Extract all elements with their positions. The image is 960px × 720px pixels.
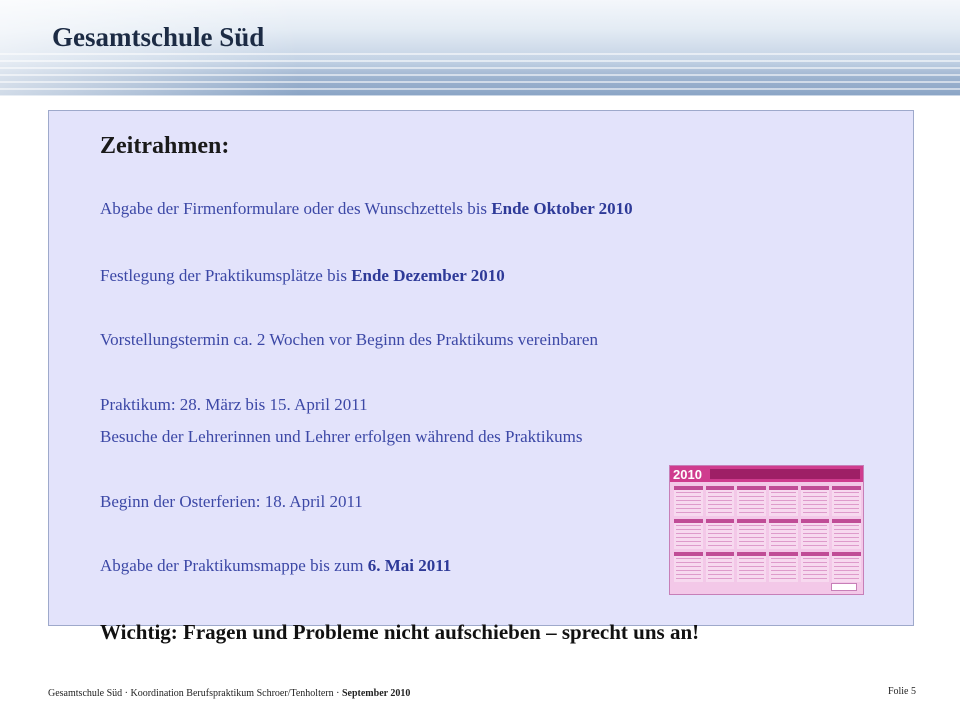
calendar-month: [737, 486, 766, 516]
line-emphasis: 6. Mai 2011: [367, 556, 452, 575]
calendar-month: [674, 552, 703, 582]
line-emphasis: Ende Oktober 2010: [491, 199, 633, 218]
calendar-month: [768, 486, 798, 516]
calendar-month: [800, 519, 830, 549]
deadline-line-firm-forms: Abgabe der Firmenformulare oder des Wuns…: [100, 199, 633, 219]
info-line-interview: Vorstellungstermin ca. 2 Wochen vor Begi…: [100, 330, 598, 349]
info-line-teacher-visits: Besuche der Lehrerinnen und Lehrer erfol…: [100, 427, 583, 446]
calendar-footer-box: [831, 583, 857, 591]
slide-title: Gesamtschule Süd: [52, 22, 265, 52]
section-heading: Zeitrahmen:: [100, 133, 230, 159]
line-text: Abgabe der Praktikumsmappe bis zum: [100, 556, 368, 575]
info-line-easter-holidays: Beginn der Osterferien: 18. April 2011: [100, 492, 363, 511]
slide-number: Folie 5: [887, 686, 916, 697]
line-text: Festlegung der Praktikumsplätze bis: [100, 266, 352, 285]
calendar-month: [832, 486, 861, 516]
footer-date: September 2010: [341, 688, 411, 699]
calendar-image: 2010: [669, 465, 864, 595]
important-notice: Wichtig: Fragen und Probleme nicht aufsc…: [100, 620, 700, 644]
calendar-banner: [710, 469, 860, 479]
calendar-month: [800, 552, 830, 582]
calendar-month: [674, 486, 703, 516]
footer-text: Gesamtschule Süd · Koordination Berufspr…: [48, 688, 342, 699]
calendar-month: [768, 519, 798, 549]
info-line-internship-dates: Praktikum: 28. März bis 15. April 2011: [100, 395, 368, 414]
calendar-month-grid: [674, 486, 861, 582]
deadline-line-portfolio: Abgabe der Praktikumsmappe bis zum 6. Ma…: [100, 556, 451, 576]
calendar-month: [800, 486, 830, 516]
calendar-month: [832, 552, 861, 582]
line-text: Abgabe der Firmenformulare oder des Wuns…: [100, 199, 492, 218]
calendar-month: [768, 552, 798, 582]
deadline-line-placements: Festlegung der Praktikumsplätze bis Ende…: [100, 266, 505, 286]
calendar-month: [737, 552, 766, 582]
calendar-month: [737, 519, 766, 549]
slide-footer: Gesamtschule Süd · Koordination Berufspr…: [48, 688, 410, 699]
calendar-month: [705, 552, 735, 582]
calendar-month: [832, 519, 861, 549]
line-emphasis: Ende Dezember 2010: [351, 266, 505, 285]
calendar-month: [674, 519, 703, 549]
slide-header: Gesamtschule Süd: [0, 0, 960, 96]
calendar-month: [705, 519, 735, 549]
calendar-month: [705, 486, 735, 516]
calendar-year: 2010: [673, 467, 702, 482]
